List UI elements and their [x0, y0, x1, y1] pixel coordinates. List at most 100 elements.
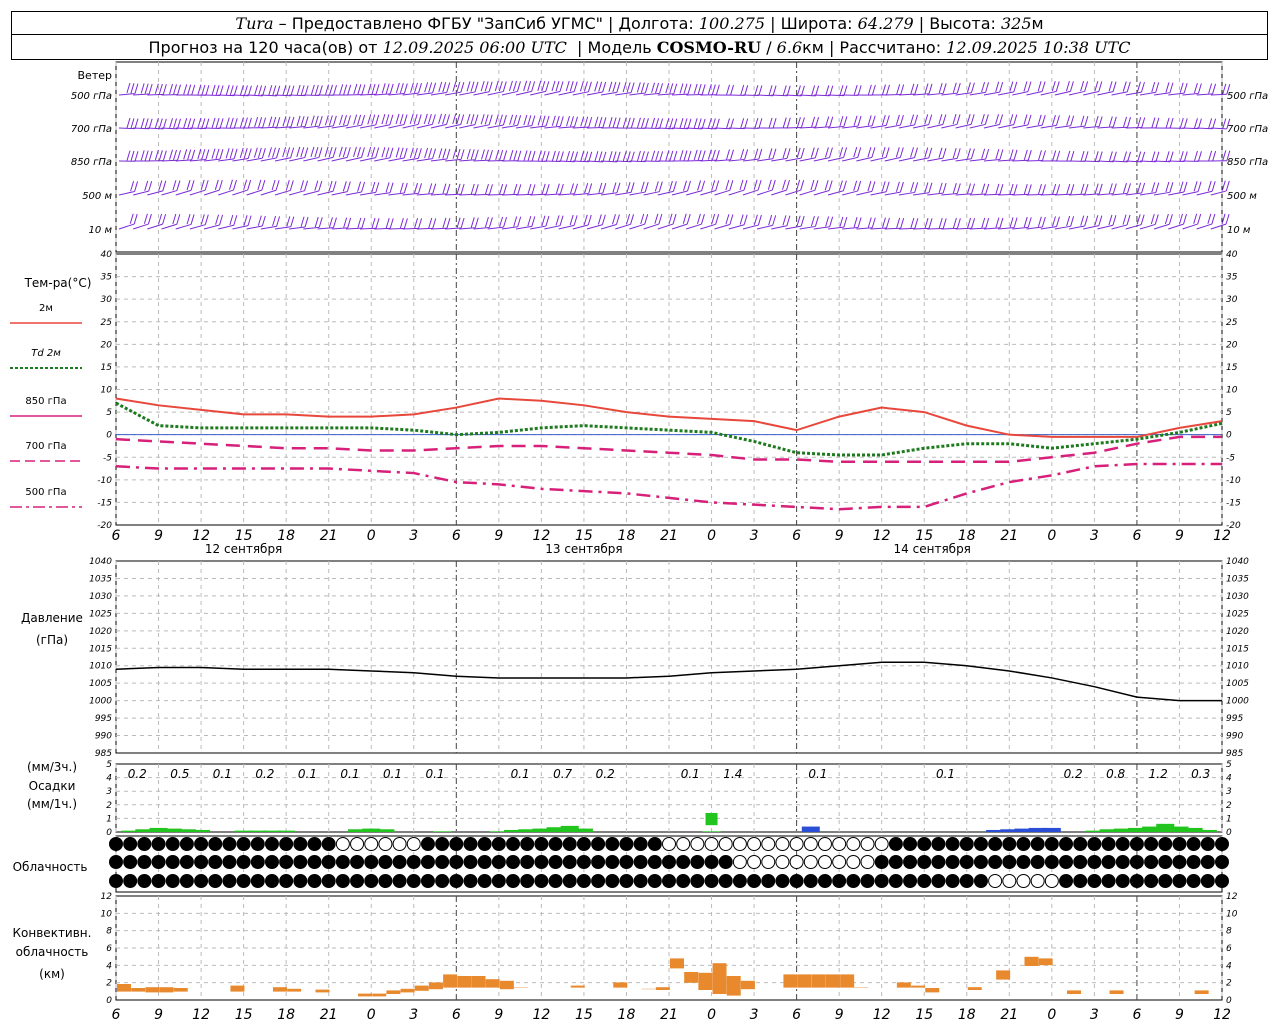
conv-bar: [996, 970, 1011, 980]
wind-barb-flag: [484, 114, 489, 125]
cloud-cover-symbol: [534, 837, 549, 851]
wind-barb-flag: [134, 83, 139, 94]
conv-ytick-left: 12: [101, 892, 113, 902]
wind-barb-shaft: [487, 91, 504, 96]
wind-barb-flag: [172, 180, 177, 191]
wind-barb-shaft: [530, 125, 547, 129]
wind-barb-flag: [995, 217, 1000, 228]
wind-barb-flag: [683, 180, 687, 191]
wind-barb-flag: [1042, 150, 1046, 161]
wind-barb-shaft: [856, 156, 873, 162]
wind-barb-shaft: [757, 158, 773, 162]
wind-barb-flag: [551, 115, 556, 126]
wind-barb-flag: [254, 116, 259, 128]
wind-barb-shaft: [955, 193, 972, 196]
wind-barb-flag: [286, 216, 291, 227]
wind-barb-shaft: [1054, 125, 1071, 129]
hour-label: 9: [835, 528, 844, 544]
wind-barb-shaft: [374, 227, 391, 230]
cloud-cover-symbol: [1073, 837, 1088, 851]
wind-barb-flag: [154, 118, 159, 129]
wind-barb-flag: [1208, 118, 1213, 129]
wind-level-label: 500 м: [82, 191, 112, 202]
wind-barb-flag: [1154, 214, 1159, 225]
wind-barb-flag: [531, 184, 536, 195]
wind-barb-flag: [456, 217, 461, 228]
wind-barb-shaft: [118, 93, 135, 96]
wind-barb-flag: [158, 213, 163, 224]
cloud-cover-symbol: [931, 855, 946, 869]
cloud-cover-symbol: [1115, 855, 1130, 869]
wind-barb-shaft: [572, 91, 589, 96]
wind-barb-flag: [828, 147, 833, 158]
wind-barb-shaft: [232, 225, 249, 230]
wind-barb-flag: [782, 147, 787, 159]
wind-barb-shaft: [884, 124, 901, 129]
wind-barb-flag: [740, 84, 745, 96]
cloud-cover-symbol: [406, 874, 421, 888]
cloud-cover-symbol: [1016, 855, 1031, 869]
wind-barb-shaft: [955, 92, 972, 96]
wind-barb-flag: [480, 149, 485, 160]
cloud-cover-symbol: [307, 837, 322, 851]
wind-barb-flag: [1051, 114, 1056, 126]
wind-barb-flag: [201, 118, 206, 129]
wind-barb-flag: [701, 84, 706, 95]
wind-barb-flag: [1122, 81, 1127, 92]
wind-barb-shaft: [870, 124, 887, 129]
wind-barb-shaft: [912, 192, 929, 196]
wind-barb-flag: [218, 179, 223, 191]
wind-barb-shaft: [742, 158, 759, 162]
precip-total-label: 0.1: [808, 767, 827, 781]
wind-barb-shaft: [998, 227, 1015, 230]
cloud-cover-symbol: [1115, 874, 1130, 888]
wind-barb-shaft: [983, 124, 1000, 129]
wind-barb-flag: [502, 114, 507, 126]
wind-barb-flag: [1027, 81, 1032, 92]
conv-bar: [840, 974, 855, 988]
wind-barb-flag: [347, 217, 352, 229]
wind-barb-flag: [867, 84, 872, 95]
wind-barb-flag: [395, 113, 400, 125]
cloud-cover-symbol: [194, 874, 209, 888]
wind-barb-flag: [555, 215, 560, 226]
hour-label: 3: [750, 1007, 759, 1023]
wind-barb-flag: [361, 218, 366, 229]
wind-barb-shaft: [615, 191, 632, 196]
wind-barb-flag: [243, 85, 248, 96]
wind-barb-shaft: [303, 125, 320, 129]
precip-ytick-left: 4: [106, 774, 112, 784]
wind-barb-shaft: [473, 226, 490, 230]
wind-barb-flag: [1225, 213, 1230, 225]
wind-barb-shaft: [700, 190, 716, 196]
wind-barb-shaft: [813, 190, 830, 196]
precip-bar: [574, 828, 593, 832]
wind-barb-flag: [570, 151, 575, 162]
wind-barb-shaft: [601, 91, 617, 96]
wind-barb-shaft: [487, 159, 504, 162]
conv-ytick-left: 10: [101, 909, 113, 919]
cloud-cover-symbol: [1186, 837, 1201, 851]
wind-barb-shaft: [544, 125, 561, 129]
wind-barb-shaft: [331, 156, 348, 162]
cloud-cover-symbol: [109, 874, 123, 888]
wind-barb-shaft: [1111, 192, 1128, 196]
wind-barb-flag: [381, 113, 386, 125]
wind-barb-flag: [190, 180, 195, 191]
cloud-cover-symbol: [179, 855, 194, 869]
wind-barb-flag: [1165, 117, 1170, 128]
wind-barb-flag: [324, 146, 329, 157]
wind-barb-shaft: [1083, 193, 1100, 196]
wind-barb-shaft: [402, 157, 419, 162]
cloud-cover-symbol: [1030, 837, 1045, 851]
wind-barb-shaft: [1026, 124, 1043, 129]
wind-barb-flag: [697, 118, 702, 129]
cloud-cover-symbol: [676, 837, 691, 851]
hour-label: 0: [367, 1007, 376, 1023]
wind-barb-shaft: [742, 94, 759, 97]
wind-barb-flag: [187, 149, 192, 160]
temp-ytick-left: -15: [97, 498, 112, 508]
wind-barb-shaft: [1097, 91, 1114, 96]
wind-barb-flag: [403, 182, 408, 194]
pressure-ytick-left: 1010: [89, 662, 112, 672]
